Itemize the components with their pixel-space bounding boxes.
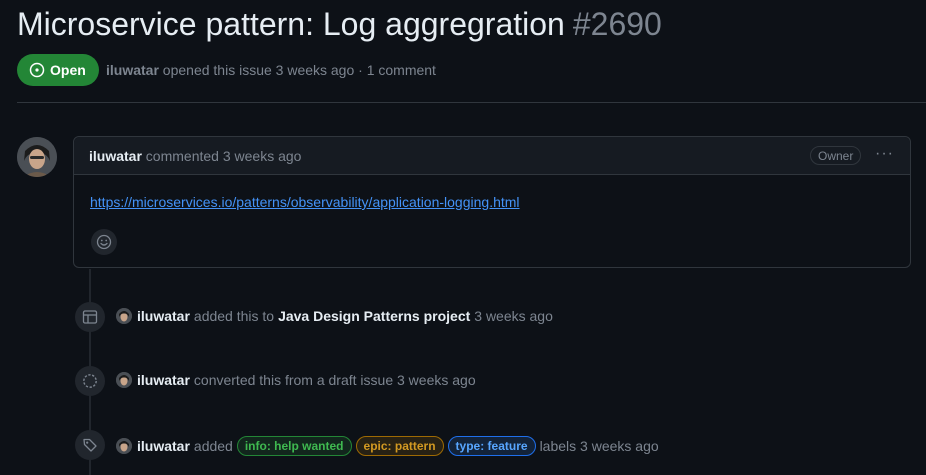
timeline-event-converted: iluwatar converted this from a draft iss… (75, 366, 925, 396)
event-text: iluwatar converted this from a draft iss… (116, 372, 476, 388)
event-text: iluwatar added this to Java Design Patte… (116, 308, 553, 324)
comment-timestamp: commented 3 weeks ago (145, 148, 302, 164)
label-help-wanted[interactable]: info: help wanted (236, 436, 352, 456)
event-actor-link[interactable]: iluwatar (137, 438, 190, 454)
comment-author-link[interactable]: iluwatar (89, 148, 142, 164)
issue-state-label: Open (50, 62, 86, 78)
kebab-icon[interactable]: ··· (875, 145, 894, 163)
avatar-image (17, 137, 57, 177)
add-reaction-button[interactable] (91, 229, 117, 255)
issue-author-link[interactable]: iluwatar (106, 62, 159, 78)
smiley-icon (96, 234, 112, 250)
label-type-feature[interactable]: type: feature (447, 436, 536, 456)
comment-body-link[interactable]: https://microservices.io/patterns/observ… (90, 194, 520, 210)
event-time[interactable]: 3 weeks ago (474, 308, 553, 324)
event-actor-link[interactable]: iluwatar (137, 372, 190, 388)
avatar[interactable] (116, 308, 132, 324)
comment-author-line: iluwatar commented 3 weeks ago (89, 148, 301, 164)
timeline-event-project: iluwatar added this to Java Design Patte… (75, 302, 925, 332)
comment-header: iluwatar commented 3 weeks ago Owner ··· (74, 137, 910, 175)
table-icon (75, 302, 105, 332)
event-actor-link[interactable]: iluwatar (137, 308, 190, 324)
issue-opened-icon (29, 62, 45, 78)
issue-title-text: Microservice pattern: Log aggregration (17, 6, 565, 42)
event-action: converted this from a draft issue 3 week… (193, 372, 476, 388)
event-action: added (193, 438, 233, 454)
issue-number: #2690 (572, 6, 662, 42)
comment-box: iluwatar commented 3 weeks ago Owner ···… (73, 136, 911, 268)
owner-badge: Owner (810, 146, 862, 165)
event-text: iluwatar added info: help wanted epic: p… (116, 436, 659, 456)
event-time: labels 3 weeks ago (539, 438, 659, 454)
draft-circle-icon (75, 366, 105, 396)
issue-meta: iluwatar opened this issue 3 weeks ago ·… (106, 62, 436, 78)
timeline-event-labels: iluwatar added info: help wanted epic: p… (75, 430, 925, 460)
issue-title: Microservice pattern: Log aggregration #2… (17, 6, 662, 43)
event-action: added this to (193, 308, 275, 324)
tag-icon (75, 430, 105, 460)
avatar[interactable] (17, 137, 57, 177)
issue-meta-text: opened this issue 3 weeks ago · 1 commen… (162, 62, 436, 78)
avatar[interactable] (116, 372, 132, 388)
issue-state-badge: Open (17, 54, 99, 86)
project-link[interactable]: Java Design Patterns project (278, 308, 470, 324)
header-divider (17, 102, 926, 103)
avatar[interactable] (116, 438, 132, 454)
label-epic-pattern[interactable]: epic: pattern (355, 436, 444, 456)
